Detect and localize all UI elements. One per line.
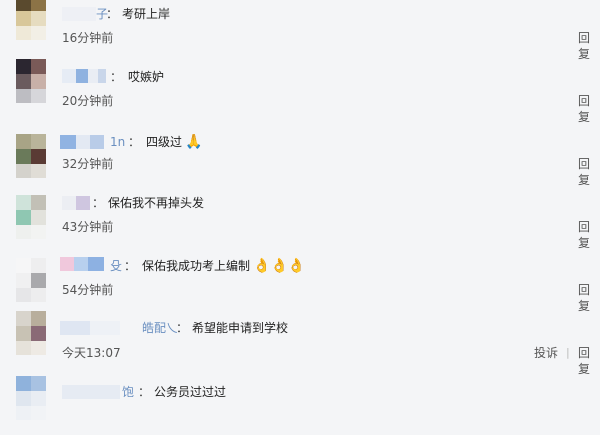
username-blurred[interactable] [62, 384, 120, 400]
colon: ： [124, 259, 137, 273]
username-blurred[interactable] [62, 195, 90, 211]
comment-item: 皓配乀 ： 希望能申请到学校 今天13:07 投诉 | 回复 [0, 311, 600, 378]
timestamp: 32分钟前 [62, 157, 114, 171]
timestamp: 16分钟前 [62, 31, 114, 45]
comment-item: 殳 ： 保佑我成功考上编制 👌👌👌 54分钟前 回复 [0, 252, 600, 315]
timestamp: 43分钟前 [62, 220, 114, 234]
comment-text-content: 保佑我成功考上编制 [142, 259, 251, 273]
comment-text: 四级过 🙏 [146, 134, 202, 150]
timestamp: 54分钟前 [62, 283, 114, 297]
colon: ： [106, 7, 119, 21]
reply-button[interactable]: 回复 [578, 156, 600, 188]
reply-button[interactable]: 回复 [578, 282, 600, 314]
colon: ： [110, 70, 123, 84]
report-button[interactable]: 投诉 [534, 345, 558, 361]
avatar[interactable] [16, 258, 46, 302]
username-blurred[interactable] [62, 68, 106, 84]
timestamp: 今天13:07 [62, 346, 121, 360]
username-blurred[interactable] [60, 320, 120, 336]
comment-text: 希望能申请到学校 [192, 320, 288, 336]
comment-text-content: 四级过 [146, 135, 183, 149]
comment-text-content: 公务员过过过 [154, 385, 227, 399]
username-blurred[interactable] [60, 134, 104, 150]
reply-button[interactable]: 回复 [578, 93, 600, 125]
comment-text-content: 考研上岸 [122, 7, 171, 21]
comment-text-content: 希望能申请到学校 [192, 321, 289, 335]
comment-text-content: 哎嫉妒 [128, 70, 165, 84]
username-blurred[interactable] [60, 256, 104, 272]
avatar[interactable] [16, 195, 46, 239]
comment-item: ： 保佑我不再掉头发 43分钟前 回复 [0, 189, 600, 252]
comment-text: 保佑我成功考上编制 👌👌👌 [142, 258, 305, 274]
avatar[interactable] [16, 0, 46, 40]
colon: ： [128, 135, 141, 149]
colon: ： [176, 321, 189, 335]
colon: ： [92, 196, 105, 210]
username-blurred[interactable] [62, 6, 96, 22]
comment-text: 哎嫉妒 [128, 69, 164, 85]
comment-item: 子 ： 考研上岸 16分钟前 回复 [0, 0, 600, 63]
avatar[interactable] [16, 376, 46, 420]
avatar[interactable] [16, 311, 46, 355]
timestamp: 20分钟前 [62, 94, 114, 108]
comment-item: 1n ： 四级过 🙏 32分钟前 回复 [0, 126, 600, 189]
comment-text: 考研上岸 [122, 6, 170, 22]
username-fragment[interactable]: 1n [110, 134, 125, 150]
colon: ： [138, 385, 151, 399]
action-separator: | [566, 346, 570, 359]
username-fragment[interactable]: 皓配乀 [142, 320, 178, 336]
avatar[interactable] [16, 134, 46, 178]
reply-button[interactable]: 回复 [578, 219, 600, 251]
comment-text: 保佑我不再掉头发 [108, 195, 204, 211]
ok-hand-icon: 👌👌👌 [253, 258, 306, 274]
comment-item: ： 哎嫉妒 20分钟前 回复 [0, 59, 600, 126]
username-fragment[interactable]: 殳 [110, 258, 122, 274]
comment-text-content: 保佑我不再掉头发 [108, 196, 205, 210]
comment-item: 饱 ： 公务员过过过 [0, 372, 600, 435]
reply-button[interactable]: 回复 [578, 30, 600, 62]
avatar[interactable] [16, 59, 46, 103]
praying-hands-icon: 🙏 [185, 134, 203, 150]
comment-text: 公务员过过过 [154, 384, 226, 400]
username-fragment[interactable]: 饱 [122, 384, 134, 400]
